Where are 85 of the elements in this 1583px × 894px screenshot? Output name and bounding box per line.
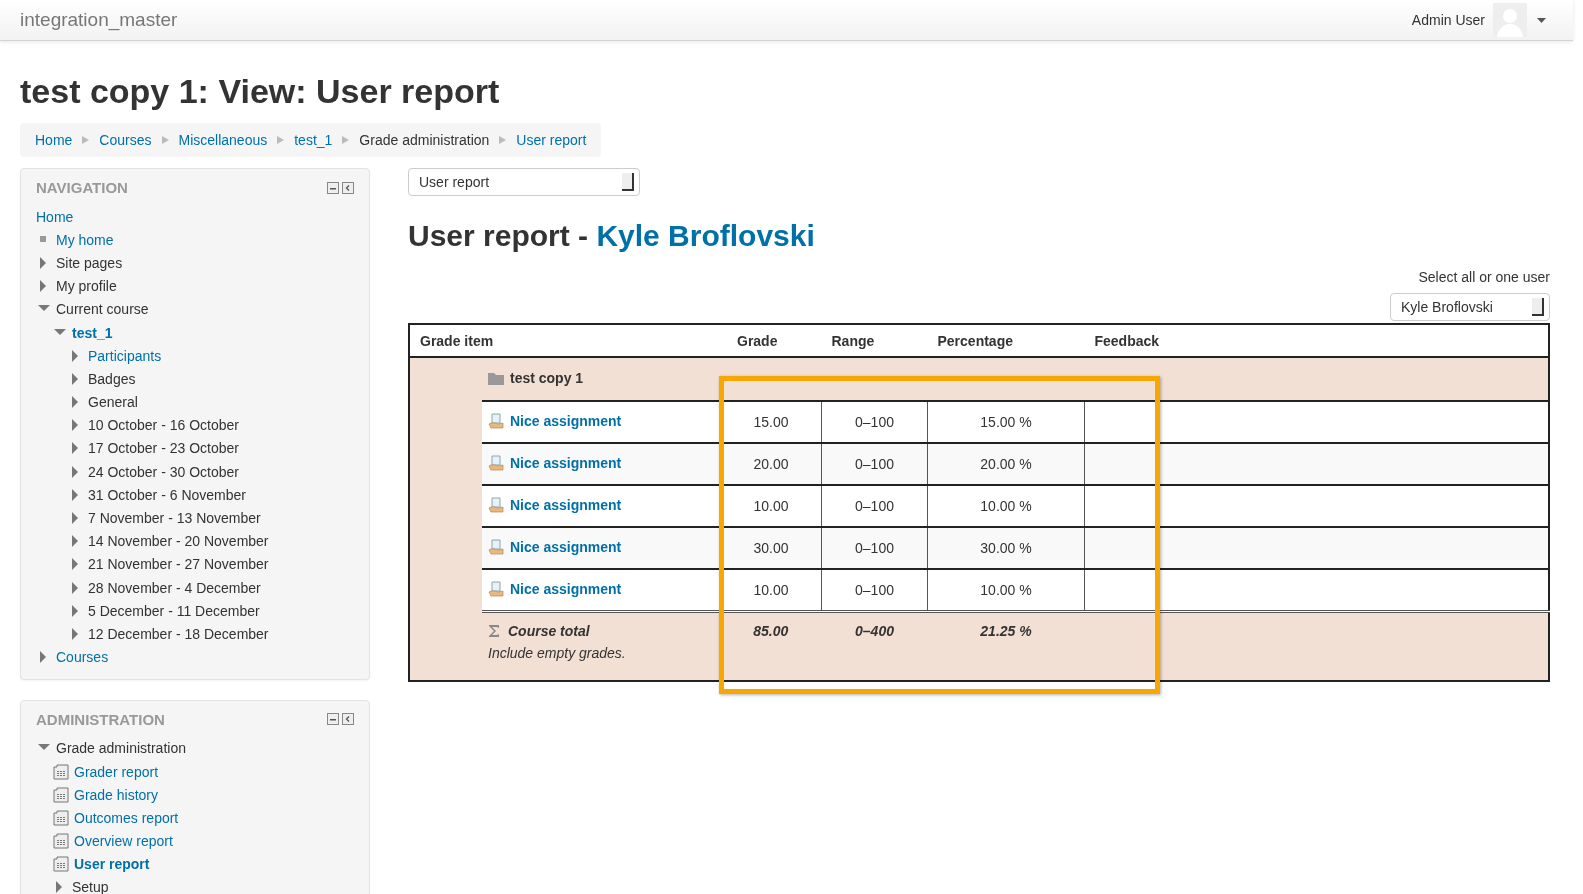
report-table-icon — [53, 856, 69, 873]
assignment-hand-icon — [488, 538, 504, 555]
tree-link[interactable]: Overview report — [74, 833, 173, 850]
dock-icon[interactable] — [342, 713, 354, 726]
breadcrumb-separator-icon — [342, 136, 350, 144]
breadcrumb-link[interactable]: Home — [35, 132, 73, 148]
tree-link[interactable]: User report — [74, 856, 150, 873]
tree-item[interactable]: 24 October - 30 October — [88, 463, 239, 480]
assignment-link[interactable]: Nice assignment — [510, 496, 622, 513]
user-select[interactable]: Kyle Broflovski — [1390, 293, 1550, 321]
tree-item[interactable]: 21 November - 27 November — [88, 556, 269, 573]
assignment-link[interactable]: Nice assignment — [510, 412, 622, 429]
tree-link[interactable]: test_1 — [72, 324, 113, 341]
table-cell: 10.00 % — [927, 485, 1085, 527]
breadcrumb-link[interactable]: Miscellaneous — [178, 132, 268, 148]
user-name-link[interactable]: Admin User — [1411, 12, 1485, 28]
tree-item[interactable]: Grade administration — [56, 740, 186, 757]
assignment-link[interactable]: Nice assignment — [510, 454, 622, 471]
report-table-icon — [53, 786, 69, 803]
tree-item[interactable]: 28 November - 4 December — [88, 579, 261, 596]
bullet-icon — [38, 234, 48, 245]
total-cell: 21.25 % — [927, 611, 1085, 681]
report-table-icon — [53, 833, 69, 850]
report-table-icon — [53, 763, 69, 780]
dock-icon[interactable] — [342, 181, 354, 194]
assignment-hand-icon — [488, 496, 504, 513]
tree-link[interactable]: Participants — [88, 347, 162, 364]
course-total-label: Course total — [508, 623, 590, 639]
caret-icon[interactable] — [1537, 17, 1546, 23]
tree-item[interactable]: Current course — [56, 301, 149, 318]
breadcrumb-separator-icon — [499, 136, 507, 144]
tree-item[interactable]: 17 October - 23 October — [88, 440, 239, 457]
heading-text: User report - — [408, 219, 590, 252]
assignment-link[interactable]: Nice assignment — [510, 580, 622, 597]
tree-item[interactable]: 5 December - 11 December — [88, 602, 260, 619]
tree-item[interactable]: Site pages — [56, 254, 123, 271]
report-table-icon — [53, 809, 69, 826]
breadcrumb-link[interactable]: User report — [516, 132, 587, 148]
tree-link[interactable]: My home — [56, 231, 114, 248]
tree-link[interactable]: Outcomes report — [74, 809, 179, 826]
table-cell: 15.00 % — [927, 401, 1085, 443]
breadcrumb-link[interactable]: Courses — [99, 132, 152, 148]
tree-link[interactable]: Home — [36, 208, 74, 225]
breadcrumb-link[interactable]: test_1 — [294, 132, 333, 148]
total-cell: 0–400 — [821, 611, 928, 681]
total-note: Include empty grades. — [488, 645, 627, 661]
tree-link[interactable]: Grader report — [74, 763, 159, 780]
tree-item[interactable]: 14 November - 20 November — [88, 533, 269, 550]
assignment-hand-icon — [488, 580, 504, 597]
assignment-hand-icon — [488, 412, 504, 429]
tree-item[interactable]: 12 December - 18 December — [88, 625, 269, 642]
table-cell: 0–100 — [821, 485, 928, 527]
report-select[interactable]: User report — [408, 168, 640, 196]
table-cell: 0–100 — [821, 569, 928, 612]
category-name: test copy 1 — [510, 370, 584, 386]
tree-item[interactable]: General — [88, 394, 138, 411]
table-cell: 30.00 % — [927, 527, 1085, 569]
block-title: ADMINISTRATION — [36, 710, 165, 728]
tree-item[interactable]: 7 November - 13 November — [88, 510, 261, 527]
breadcrumb-separator-icon — [82, 136, 90, 144]
table-cell: 0–100 — [821, 443, 928, 485]
tree-item[interactable]: My profile — [56, 278, 117, 295]
minimize-icon[interactable] — [327, 181, 339, 194]
sigma-icon — [488, 624, 500, 638]
assignment-hand-icon — [488, 454, 504, 471]
tree-item[interactable]: 31 October - 6 November — [88, 486, 246, 503]
breadcrumb-separator-icon — [277, 136, 285, 144]
breadcrumb-separator-icon — [161, 136, 169, 144]
table-cell: 0–100 — [821, 527, 928, 569]
minimize-icon[interactable] — [327, 713, 339, 726]
assignment-link[interactable]: Nice assignment — [510, 538, 622, 555]
table-cell: 10.00 % — [927, 569, 1085, 612]
tree-item[interactable]: 10 October - 16 October — [88, 417, 239, 434]
page-title: test copy 1: View: User report — [20, 71, 501, 111]
block-title: NAVIGATION — [36, 179, 128, 196]
site-name-link[interactable]: integration_master — [20, 9, 178, 31]
user-name-link[interactable]: Kyle Broflovski — [596, 219, 815, 252]
tree-link[interactable]: Courses — [56, 649, 109, 666]
tree-item[interactable]: Badges — [88, 370, 136, 387]
table-cell: 0–100 — [821, 401, 928, 443]
breadcrumb-text: Grade administration — [359, 132, 490, 148]
tree-link[interactable]: Grade history — [74, 786, 159, 803]
user-select-label: Select all or one user — [1418, 269, 1550, 285]
table-cell: 20.00 % — [927, 443, 1085, 485]
folder-icon — [488, 371, 504, 385]
